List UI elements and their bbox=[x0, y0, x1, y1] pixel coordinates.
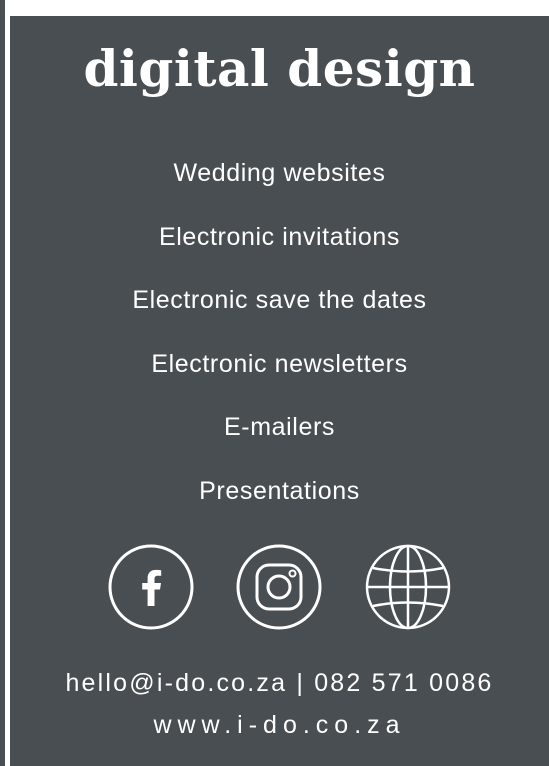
facebook-link[interactable] bbox=[108, 544, 194, 630]
service-item: Presentations bbox=[199, 476, 360, 505]
contact-line[interactable]: hello@i-do.co.za | 082 571 0086 bbox=[10, 666, 549, 700]
website-link[interactable] bbox=[365, 544, 451, 630]
service-item: E-mailers bbox=[224, 413, 335, 441]
flyer-panel: digital design Wedding websites Electron… bbox=[10, 16, 549, 766]
facebook-icon bbox=[108, 544, 194, 630]
globe-icon bbox=[365, 544, 451, 630]
instagram-icon bbox=[236, 544, 322, 630]
left-edge-stripe bbox=[0, 0, 5, 766]
instagram-link[interactable] bbox=[236, 544, 322, 630]
service-item: Wedding websites bbox=[173, 159, 386, 187]
services-list: Wedding websites Electronic invitations … bbox=[10, 156, 549, 537]
page-title: digital design bbox=[83, 39, 476, 98]
service-item: Electronic newsletters bbox=[151, 349, 408, 378]
service-item: Electronic save the dates bbox=[132, 286, 427, 314]
page: digital design Wedding websites Electron… bbox=[0, 0, 549, 766]
service-item: Electronic invitations bbox=[158, 222, 401, 251]
website-url[interactable]: www.i-do.co.za bbox=[10, 708, 549, 742]
social-links bbox=[10, 544, 549, 630]
